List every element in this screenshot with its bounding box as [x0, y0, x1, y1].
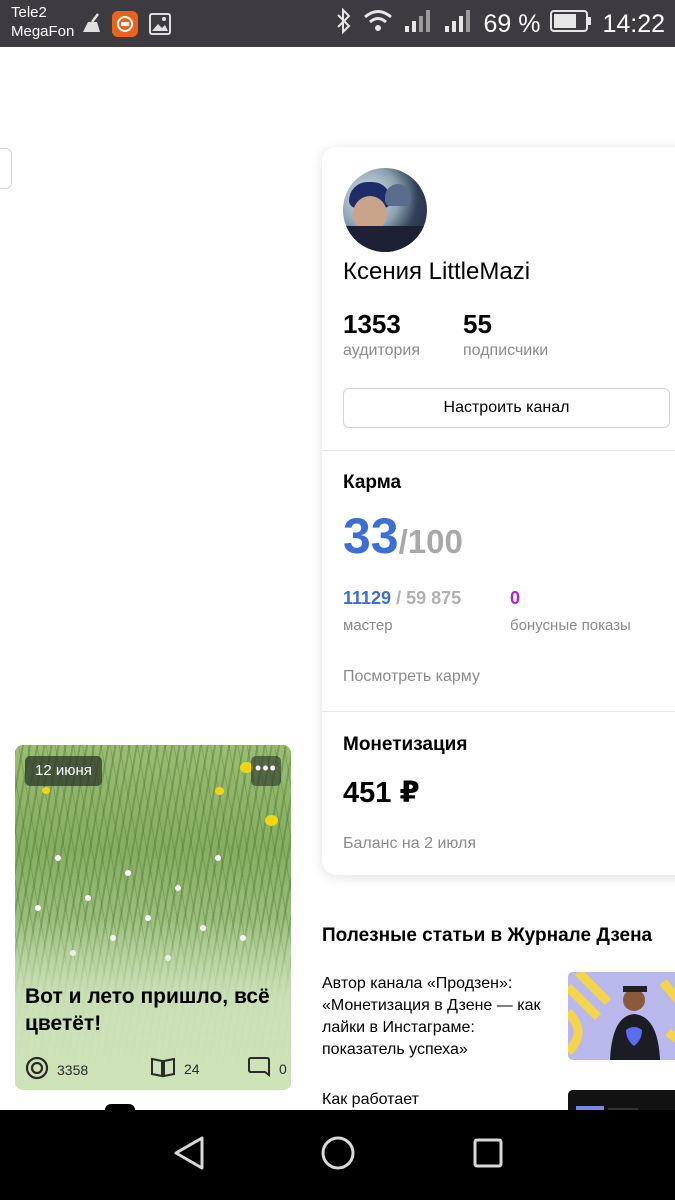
divider: [322, 450, 675, 451]
views-stat: 3358: [25, 1056, 88, 1083]
karma-progress-total: 59 875: [406, 588, 462, 608]
monetization-title: Монетизация: [343, 734, 468, 755]
book-icon: [150, 1056, 176, 1081]
useful-article-1-title[interactable]: Автор канала «Продзен»: «Монетизация в Д…: [322, 973, 554, 1061]
carrier-names: Tele2 MegaFon: [11, 3, 74, 41]
status-bar: Tele2 MegaFon 69 % 14:22: [0, 0, 675, 47]
back-button[interactable]: [166, 1132, 212, 1178]
gallery-icon: [148, 12, 172, 41]
reads-count: 24: [184, 1060, 200, 1077]
subscribers-stat: 55 подписчики: [463, 309, 548, 360]
back-icon: [172, 1135, 206, 1176]
karma-progress: 11129 / 59 875: [343, 588, 461, 609]
karma-progress-separator: /: [396, 588, 402, 608]
comments-stat: 0: [247, 1056, 287, 1081]
channel-card: Ксения LittleMazi 1353 аудитория 55 подп…: [322, 147, 675, 875]
wifi-icon: [363, 9, 393, 40]
avatar[interactable]: [343, 168, 427, 252]
article-title[interactable]: Вот и лето пришло, всё цветёт!: [25, 983, 287, 1037]
home-button[interactable]: [315, 1132, 361, 1178]
bluetooth-icon: [335, 7, 353, 41]
notification-icons: [80, 11, 172, 42]
balance-amount: 451 ₽: [343, 777, 420, 809]
useful-article-2-title[interactable]: Как работает: [322, 1089, 554, 1111]
audience-label: аудитория: [343, 342, 421, 359]
balance-date: Баланс на 2 июля: [343, 835, 477, 852]
subscribers-value: 55: [463, 309, 492, 339]
reads-stat: 24: [150, 1056, 200, 1081]
views-count: 3358: [57, 1061, 89, 1078]
useful-articles-heading: Полезные статьи в Журнале Дзена: [322, 925, 653, 946]
comments-count: 0: [279, 1060, 287, 1077]
karma-level-label: мастер: [343, 617, 393, 634]
recents-button[interactable]: [465, 1132, 511, 1178]
carrier-1: Tele2: [11, 4, 47, 21]
bonus-label: бонусные показы: [510, 617, 631, 634]
battery-percent: 69 %: [483, 10, 541, 38]
partial-left-element[interactable]: [0, 148, 12, 189]
carrier-2: MegaFon: [11, 23, 75, 40]
cleaner-icon: [80, 13, 102, 40]
signal-icon: [443, 9, 473, 40]
home-icon: [320, 1135, 356, 1176]
system-status: 69 % 14:22: [335, 7, 665, 41]
karma-value: 33: [343, 508, 399, 564]
signal-icon: [403, 9, 433, 40]
channel-name[interactable]: Ксения LittleMazi: [343, 258, 530, 286]
subscribers-label: подписчики: [463, 342, 549, 359]
app-notification-icon: [112, 11, 138, 42]
karma-max: /100: [398, 523, 463, 560]
views-icon: [25, 1056, 49, 1083]
karma-title: Карма: [343, 472, 402, 493]
comment-icon: [247, 1056, 271, 1081]
audience-stat: 1353 аудитория: [343, 309, 420, 360]
battery-icon: [550, 10, 592, 39]
article-card[interactable]: 12 июня ••• Вот и лето пришло, всё цветё…: [15, 745, 291, 1090]
audience-value: 1353: [343, 309, 401, 339]
clock: 14:22: [602, 10, 665, 38]
karma-score: 33/100: [343, 507, 463, 565]
karma-progress-current: 11129: [343, 588, 392, 608]
more-options-button[interactable]: •••: [251, 756, 281, 786]
article-date-badge: 12 июня: [25, 756, 102, 786]
divider: [322, 711, 675, 712]
view-karma-link[interactable]: Посмотреть карму: [343, 668, 480, 686]
setup-channel-button[interactable]: Настроить канал: [343, 388, 670, 428]
navigation-bar: [0, 1110, 675, 1200]
article-stats: 3358 24 0: [25, 1056, 287, 1083]
bonus-value: 0: [510, 588, 521, 608]
recents-icon: [472, 1137, 504, 1174]
useful-article-1-thumbnail[interactable]: [568, 972, 675, 1060]
